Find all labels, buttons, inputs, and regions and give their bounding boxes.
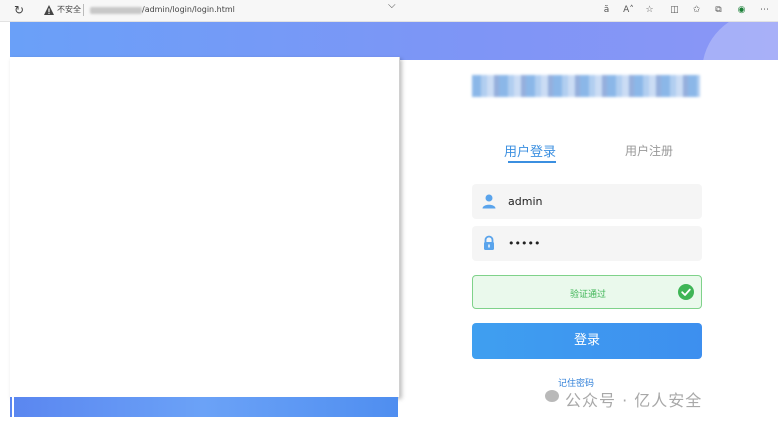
collections-icon[interactable]: ⧉	[712, 4, 725, 17]
extension-icon[interactable]: ◉	[735, 4, 748, 17]
favorite-star-icon[interactable]: ☆	[643, 4, 656, 17]
divider	[12, 397, 14, 417]
left-panel	[10, 57, 400, 397]
favorites-icon[interactable]: ✩	[690, 4, 703, 17]
active-tab-indicator	[508, 161, 556, 163]
banner-decoration	[702, 22, 778, 60]
chevron-down-icon[interactable]: ⌵	[388, 0, 396, 11]
password-field[interactable]: •••••	[472, 226, 702, 261]
captcha-status: 验证通过	[569, 290, 606, 300]
read-aloud-icon[interactable]: ă	[600, 4, 613, 17]
tab-user-login[interactable]: 用户登录	[504, 141, 556, 160]
site-title-redacted	[472, 75, 700, 97]
lock-icon	[484, 235, 494, 250]
split-screen-icon[interactable]: ◫	[668, 4, 681, 17]
browser-toolbar: ↻ 不安全 /admin/login/login.html ⌵ ă A˄ ☆ …	[0, 0, 778, 22]
username-field[interactable]: admin	[472, 184, 702, 219]
address-bar-url[interactable]: /admin/login/login.html	[142, 5, 235, 14]
warning-icon[interactable]	[43, 4, 55, 16]
header-banner	[10, 22, 778, 60]
tab-user-register[interactable]: 用户注册	[625, 142, 673, 159]
username-input[interactable]: admin	[508, 184, 696, 219]
url-host-redacted	[90, 7, 142, 14]
captcha-slider[interactable]: 验证通过	[472, 275, 702, 309]
text-size-icon[interactable]: A˄	[622, 4, 635, 17]
security-status[interactable]: 不安全	[57, 4, 81, 15]
more-options-icon[interactable]: ⋯	[758, 4, 771, 17]
wechat-logo-icon	[545, 390, 559, 402]
login-button[interactable]: 登录	[472, 323, 702, 359]
url-separator	[83, 4, 84, 16]
password-input[interactable]: •••••	[508, 226, 696, 261]
user-icon	[482, 194, 496, 209]
footer-banner	[10, 397, 398, 417]
watermark-text: 公众号 · 亿人安全	[565, 391, 703, 410]
reload-icon[interactable]: ↻	[14, 3, 28, 17]
check-circle-icon	[678, 284, 694, 300]
